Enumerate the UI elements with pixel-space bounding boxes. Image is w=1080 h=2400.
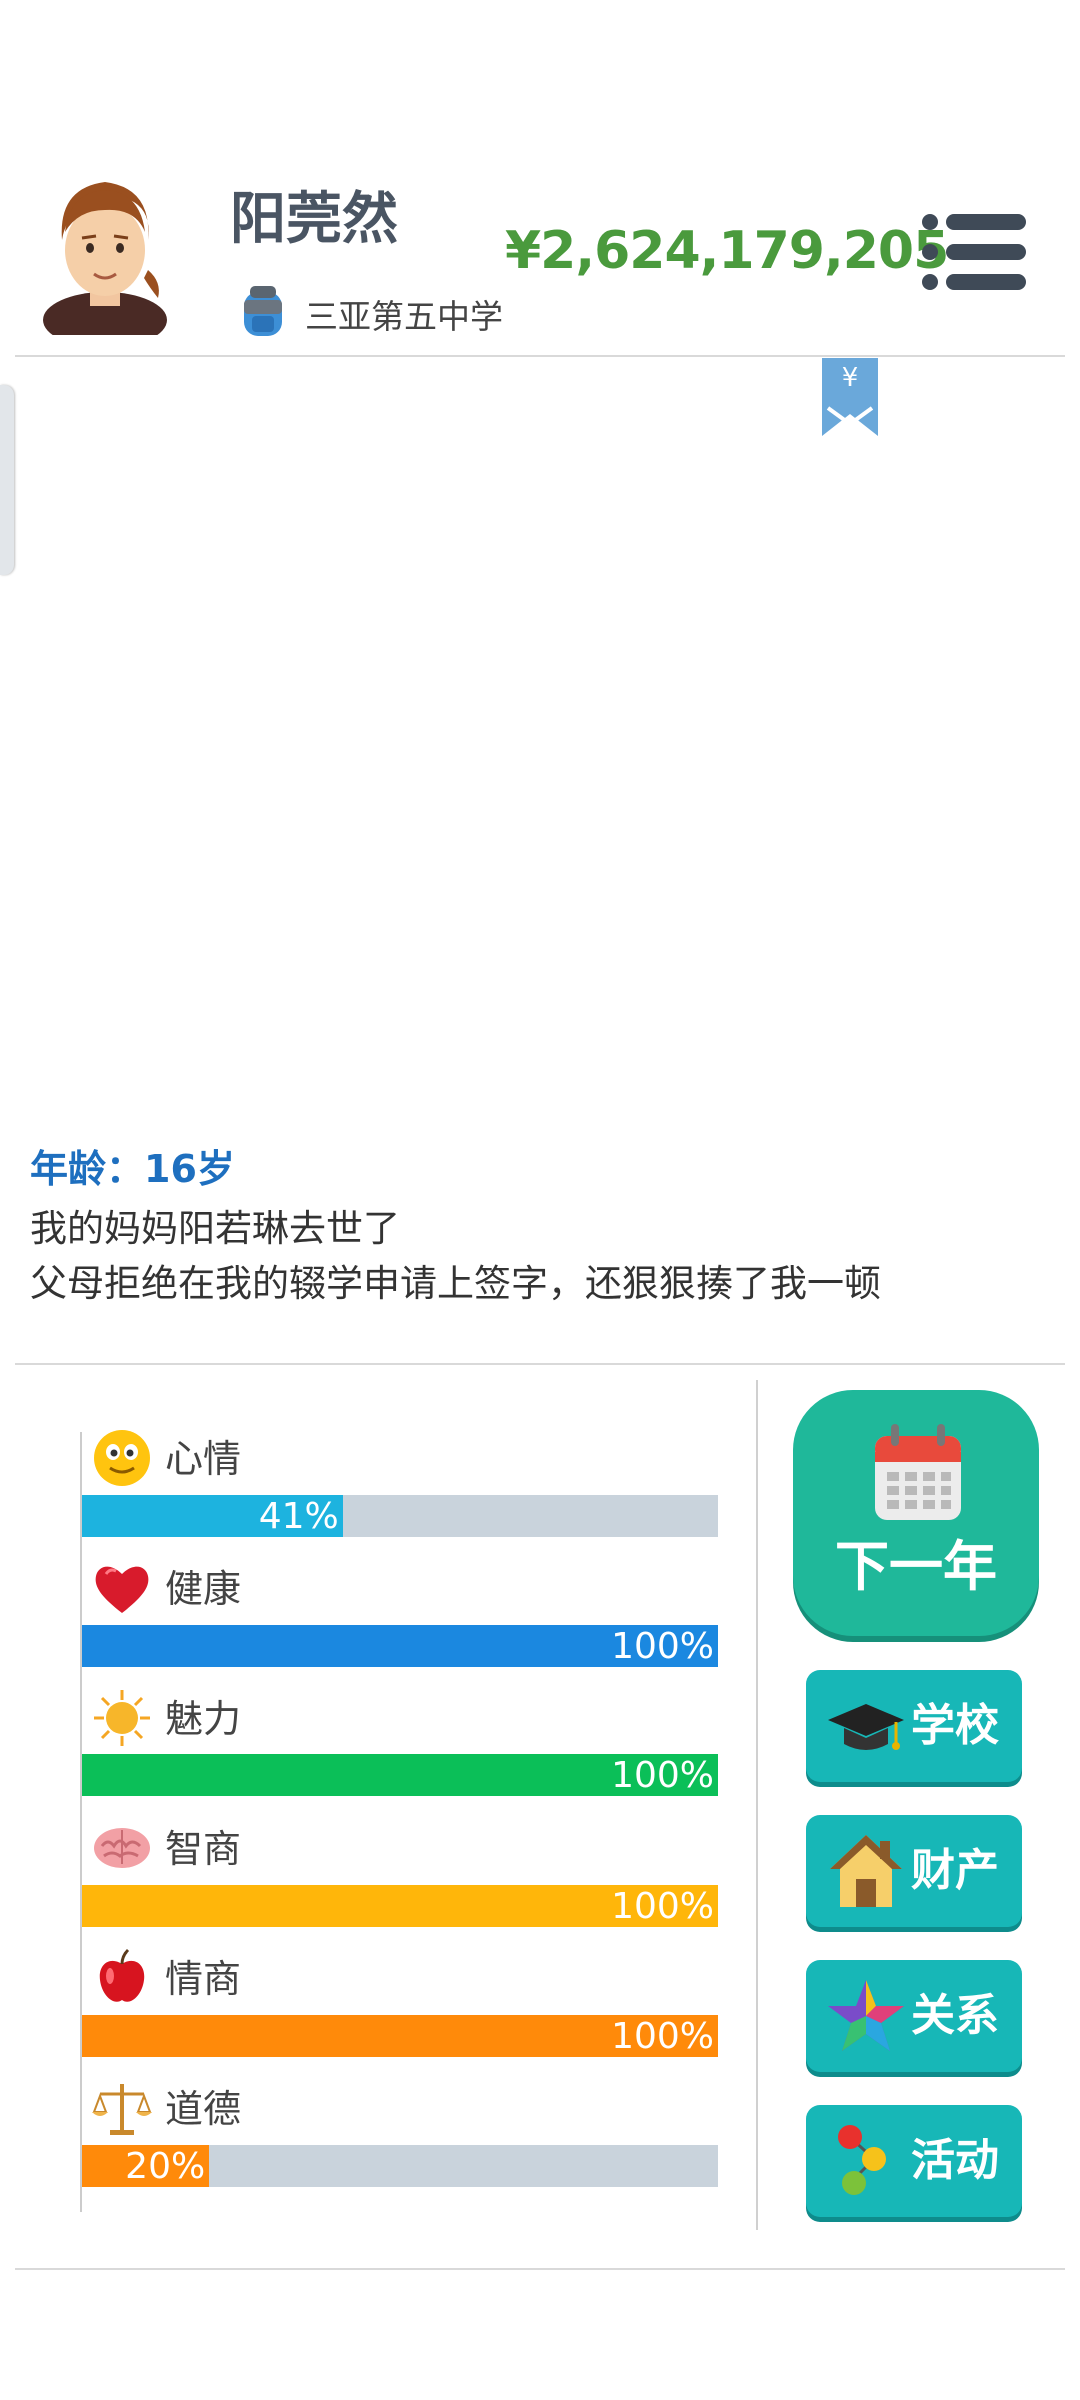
stat-percent: 100% (611, 1755, 714, 1796)
star-icon (828, 1980, 904, 2051)
stat-label-morality: 道德 (165, 2087, 242, 2131)
relations-button-label: 关系 (911, 1990, 999, 2041)
stat-label-charm: 魅力 (165, 1697, 242, 1741)
stat-bar-health: 100% (82, 1625, 718, 1667)
age-line: 年龄：16岁 (30, 1147, 235, 1191)
stat-bar-charm: 100% (82, 1754, 718, 1796)
assets-button[interactable]: 财产 (806, 1815, 1022, 1927)
stat-bar-eq: 100% (82, 2015, 718, 2057)
panel-divider (756, 1380, 758, 2230)
stat-percent: 41% (258, 1496, 339, 1537)
stat-label-iq: 智商 (165, 1827, 242, 1871)
stat-label-health: 健康 (165, 1567, 242, 1611)
schoolbag-icon (244, 286, 282, 336)
house-icon (830, 1835, 902, 1907)
brain-icon (94, 1828, 150, 1868)
scales-icon (92, 2084, 152, 2135)
stats-border (80, 1432, 82, 2212)
player-name: 阳莞然 (230, 187, 398, 252)
header-divider (15, 355, 1065, 357)
stat-bar-iq: 100% (82, 1885, 718, 1927)
stat-label-eq: 情商 (165, 1957, 242, 2001)
events-divider (15, 1363, 1065, 1365)
assets-button-label: 财产 (911, 1845, 999, 1896)
stat-bar-mood: 41% (82, 1495, 718, 1537)
heart-icon (95, 1566, 149, 1613)
avatar[interactable] (40, 170, 170, 335)
bookmark-symbol: ¥ (842, 363, 859, 393)
event-line: 父母拒绝在我的辍学申请上签字，还狠狠揍了我一顿 (30, 1262, 881, 1305)
footer-divider (15, 2268, 1065, 2270)
sun-icon (94, 1690, 150, 1746)
school-button[interactable]: 学校 (806, 1670, 1022, 1782)
menu-icon[interactable] (920, 212, 1030, 292)
activity-dots-icon (838, 2125, 886, 2195)
stat-percent: 20% (125, 2146, 206, 2187)
money-balance: ¥2,624,179,205 (505, 221, 949, 281)
side-drawer-tab[interactable] (0, 385, 14, 575)
apple-icon (99, 1948, 145, 2002)
event-line: 我的妈妈阳若琳去世了 (30, 1207, 400, 1250)
activities-button-label: 活动 (911, 2135, 999, 2186)
next-year-label: 下一年 (835, 1535, 997, 1598)
stat-percent: 100% (611, 1626, 714, 1667)
bookmark-icon[interactable]: ¥ (822, 358, 878, 436)
next-year-button[interactable]: 下一年 (793, 1390, 1039, 1636)
relations-button[interactable]: 关系 (806, 1960, 1022, 2072)
school-name: 三亚第五中学 (305, 297, 503, 336)
graduation-cap-icon (828, 1704, 904, 1750)
calendar-icon (875, 1424, 961, 1520)
smiley-icon (94, 1430, 150, 1486)
stat-percent: 100% (611, 2016, 714, 2057)
school-button-label: 学校 (911, 1700, 999, 1751)
activities-button[interactable]: 活动 (806, 2105, 1022, 2217)
stat-bar-morality: 20% (82, 2145, 718, 2187)
stat-percent: 100% (611, 1886, 714, 1927)
stat-label-mood: 心情 (165, 1437, 242, 1481)
